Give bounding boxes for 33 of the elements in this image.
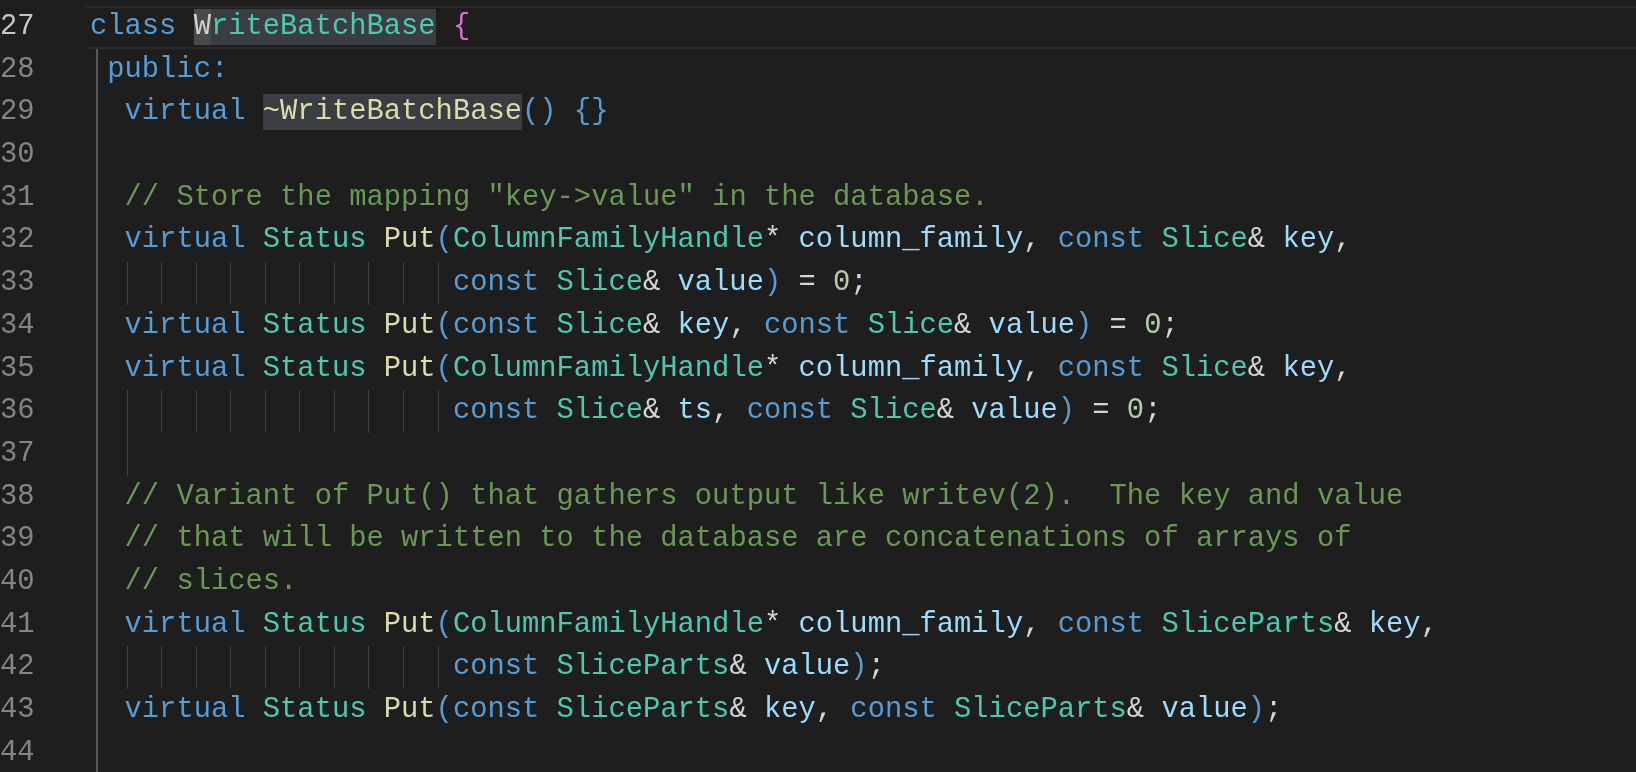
code-line: virtual Status Put(ColumnFamilyHandle* column_family, const Slice& key, <box>124 350 1352 387</box>
code-line: const Slice& ts, const Slice& value) = 0; <box>452 393 1162 430</box>
line-number: 36 <box>0 393 35 430</box>
line-number: 44 <box>0 734 35 771</box>
code-line: virtual Status Put(ColumnFamilyHandle* column_family, const Slice& key, <box>124 222 1352 259</box>
code-line: const SliceParts& value); <box>452 649 885 686</box>
line-number: 39 <box>0 521 35 558</box>
code-line: virtual Status Put(ColumnFamilyHandle* column_family, const SliceParts& key, <box>124 606 1438 643</box>
code-line: class WriteBatchBase { <box>90 8 471 47</box>
code-line: virtual ~WriteBatchBase() {} <box>124 93 609 133</box>
line-number: 27 <box>0 9 35 45</box>
code-line: // Variant of Put() that gathers output like writev(2). The key and value <box>124 478 1404 515</box>
line-number: 31 <box>0 179 35 216</box>
code-line: public: <box>107 51 229 88</box>
line-number: 34 <box>0 307 35 344</box>
line-number: 30 <box>0 137 35 174</box>
code-line: // slices. <box>124 563 298 600</box>
line-number: 41 <box>0 606 35 643</box>
line-number: 42 <box>0 649 35 686</box>
line-number: 37 <box>0 435 35 472</box>
line-number: 32 <box>0 222 35 259</box>
line-number: 28 <box>0 51 35 88</box>
line-number: 33 <box>0 265 35 302</box>
line-number: 35 <box>0 350 35 387</box>
code-line: const Slice& value) = 0; <box>452 265 868 302</box>
line-number: 29 <box>0 94 35 131</box>
line-number: 40 <box>0 563 35 600</box>
code-line: virtual Status Put(const Slice& key, const Slice& value) = 0; <box>124 307 1179 344</box>
code-line: // Store the mapping "key->value" in the database. <box>124 179 989 216</box>
line-number: 38 <box>0 478 35 515</box>
code-line: // that will be written to the database are concatenations of arrays of <box>124 521 1352 558</box>
code-line: virtual Status Put(const SliceParts& key, const SliceParts& value); <box>124 692 1283 728</box>
line-number: 43 <box>0 692 35 728</box>
